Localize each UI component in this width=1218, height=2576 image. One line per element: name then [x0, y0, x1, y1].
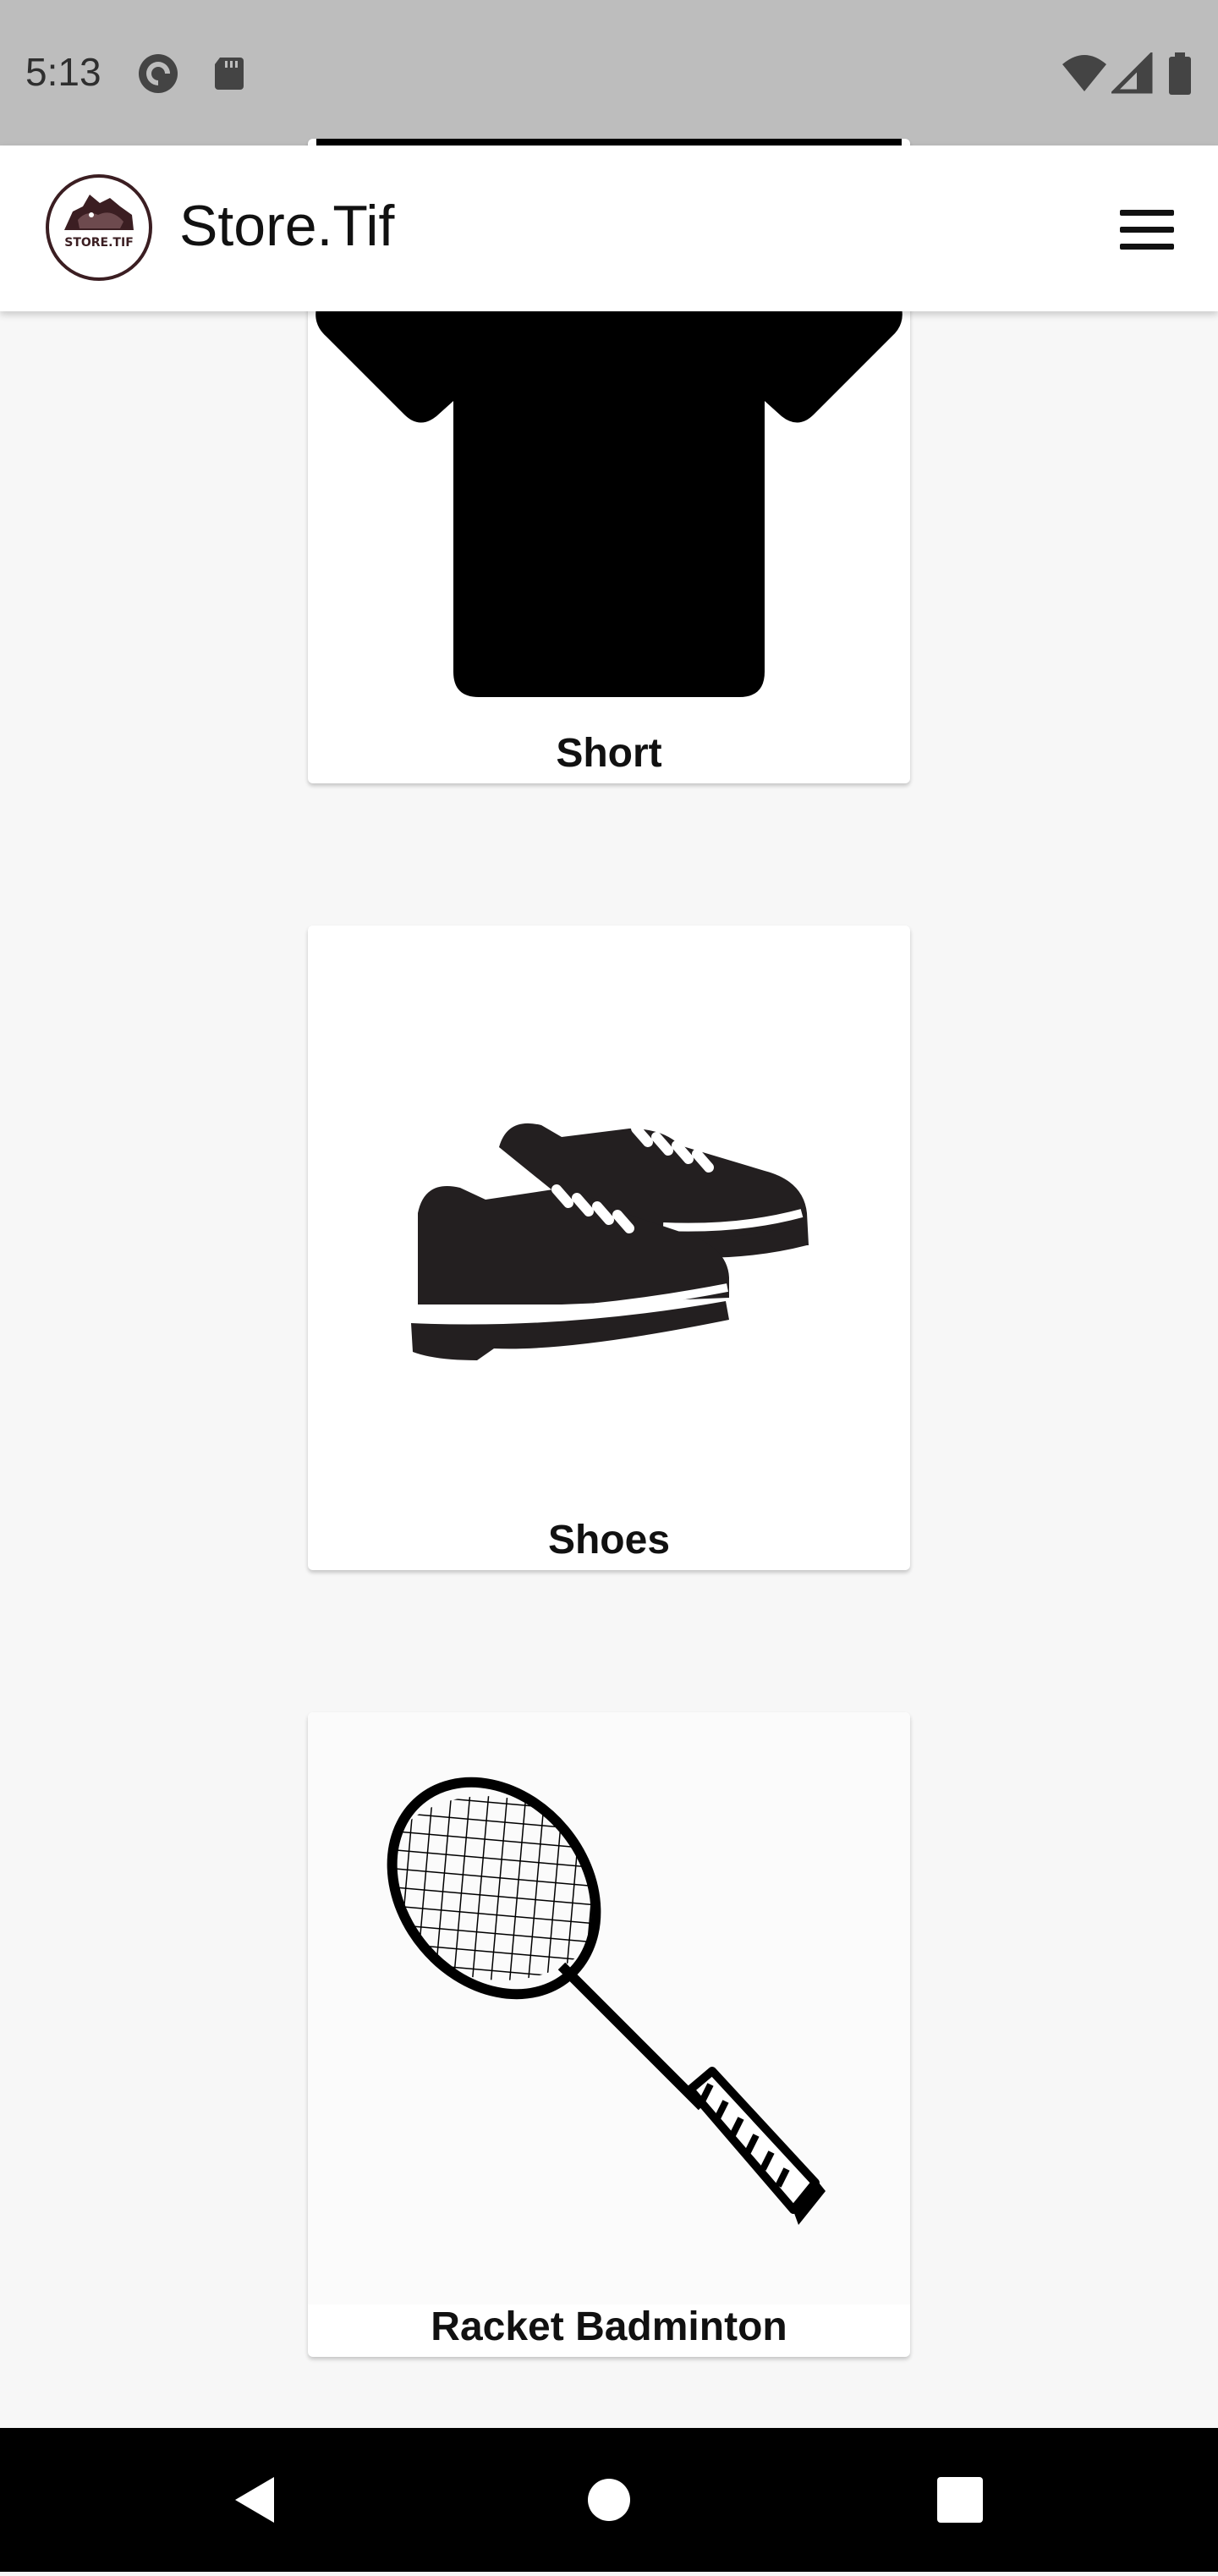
- navigation-bar: [0, 2428, 1218, 2572]
- hamburger-menu-icon: [1120, 210, 1174, 216]
- status-time: 5:13: [25, 50, 102, 94]
- signal-icon: [1111, 52, 1153, 94]
- bear-logo-icon: STORE.TIF: [63, 195, 135, 250]
- recents-icon: [937, 2477, 983, 2523]
- badminton-racket-icon: [308, 1712, 910, 2304]
- menu-button[interactable]: [1113, 203, 1181, 257]
- product-card[interactable]: Racket Badminton: [308, 1712, 910, 2357]
- back-icon: [235, 2477, 274, 2523]
- home-button[interactable]: [537, 2428, 681, 2572]
- back-button[interactable]: [183, 2428, 326, 2572]
- app-bar: STORE.TIF Store.Tif: [0, 146, 1218, 311]
- status-bar: 5:13: [0, 0, 1218, 146]
- store-logo[interactable]: STORE.TIF: [46, 174, 152, 281]
- sd-card-icon: [215, 58, 244, 90]
- battery-icon: [1169, 52, 1191, 95]
- recents-button[interactable]: [888, 2428, 1032, 2572]
- product-name: Short: [556, 731, 662, 776]
- shoes-icon: [411, 1123, 809, 1360]
- app-title: Store.Tif: [179, 194, 395, 258]
- wifi-icon: [1062, 55, 1106, 91]
- product-name: Racket Badminton: [431, 2304, 787, 2349]
- logo-text: STORE.TIF: [64, 236, 134, 250]
- pocket-casts-icon: [139, 54, 178, 93]
- product-card[interactable]: Shoes: [308, 925, 910, 1570]
- product-name: Shoes: [547, 1518, 671, 1563]
- home-icon: [588, 2479, 630, 2521]
